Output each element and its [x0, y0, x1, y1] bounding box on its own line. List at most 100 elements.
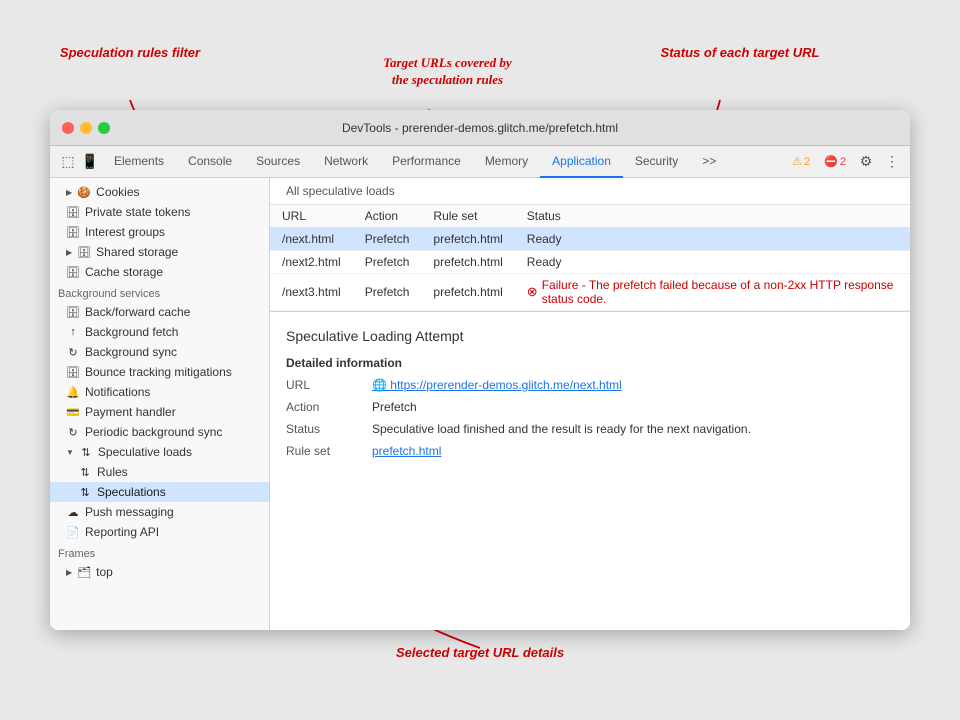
- top-label: top: [96, 565, 113, 579]
- bfcache-label: Back/forward cache: [85, 305, 190, 319]
- interest-icon: 🗄: [66, 225, 80, 239]
- annotation-target-urls-text: Target URLs covered bythe speculation ru…: [355, 55, 540, 89]
- notif-icon: 🔔: [66, 385, 80, 399]
- shared-icon: 🗄: [77, 245, 91, 259]
- window-title: DevTools - prerender-demos.glitch.me/pre…: [342, 121, 618, 135]
- tab-memory[interactable]: Memory: [473, 146, 540, 178]
- sidebar-item-bg-fetch[interactable]: ↑ Background fetch: [50, 322, 269, 342]
- bounce-label: Bounce tracking mitigations: [85, 365, 232, 379]
- speculations-icon: ⇅: [78, 485, 92, 499]
- sidebar-item-interest-groups[interactable]: 🗄 Interest groups: [50, 222, 269, 242]
- spec-header: All speculative loads: [270, 178, 910, 205]
- bounce-icon: 🗄: [66, 365, 80, 379]
- cookies-label: Cookies: [96, 185, 139, 199]
- sidebar-item-shared-storage[interactable]: ▶ 🗄 Shared storage: [50, 242, 269, 262]
- cell-action: Prefetch: [353, 251, 422, 274]
- error-badge: ⛔ 2: [820, 154, 850, 169]
- ruleset-label: Rule set: [286, 444, 356, 458]
- settings-icon[interactable]: ⚙: [856, 152, 876, 172]
- spec-expand-icon: ▼: [66, 448, 74, 457]
- sidebar-item-top[interactable]: ▶ 🗂 top: [50, 562, 269, 582]
- tab-application[interactable]: Application: [540, 146, 623, 178]
- tab-network[interactable]: Network: [312, 146, 380, 178]
- bg-sync-icon: ↻: [66, 345, 80, 359]
- col-status: Status: [515, 205, 910, 228]
- reporting-icon: 📄: [66, 525, 80, 539]
- rules-label: Rules: [97, 465, 128, 479]
- tab-sources[interactable]: Sources: [244, 146, 312, 178]
- cell-status: Ready: [515, 228, 910, 251]
- bg-sync-label: Background sync: [85, 345, 177, 359]
- speculations-label: Speculations: [97, 485, 166, 499]
- detail-row-url: URL 🌐 https://prerender-demos.glitch.me/…: [286, 378, 894, 392]
- tab-console[interactable]: Console: [176, 146, 244, 178]
- table-row[interactable]: /next.html Prefetch prefetch.html Ready: [270, 228, 910, 251]
- close-button[interactable]: [62, 122, 74, 134]
- notif-label: Notifications: [85, 385, 150, 399]
- tab-security[interactable]: Security: [623, 146, 690, 178]
- cell-action: Prefetch: [353, 228, 422, 251]
- table-row[interactable]: /next3.html Prefetch prefetch.html ⊗Fail…: [270, 274, 910, 311]
- sidebar-item-bg-sync[interactable]: ↻ Background sync: [50, 342, 269, 362]
- cache-label: Cache storage: [85, 265, 163, 279]
- warning-badge: ⚠ 2: [788, 154, 814, 169]
- sidebar-item-bfcache[interactable]: 🗄 Back/forward cache: [50, 302, 269, 322]
- sidebar-item-payment[interactable]: 💳 Payment handler: [50, 402, 269, 422]
- sidebar-item-push[interactable]: ☁ Push messaging: [50, 502, 269, 522]
- detail-row-status: Status Speculative load finished and the…: [286, 422, 894, 436]
- annotation-speculation-filter: Speculation rules filter: [50, 45, 210, 60]
- sidebar-item-private-state[interactable]: 🗄 Private state tokens: [50, 202, 269, 222]
- sidebar-item-rules[interactable]: ⇅ Rules: [50, 462, 269, 482]
- ruleset-value[interactable]: prefetch.html: [372, 444, 441, 458]
- periodic-label: Periodic background sync: [85, 425, 222, 439]
- top-icon: 🗂: [77, 565, 91, 579]
- annotation-status: Status of each target URL: [640, 45, 840, 60]
- annotation-selected-details: Selected target URL details: [370, 645, 590, 660]
- sidebar-item-speculations[interactable]: ⇅ Speculations: [50, 482, 269, 502]
- table-row[interactable]: /next2.html Prefetch prefetch.html Ready: [270, 251, 910, 274]
- more-icon[interactable]: ⋮: [882, 152, 902, 172]
- cell-url: /next2.html: [270, 251, 353, 274]
- private-state-icon: 🗄: [66, 205, 80, 219]
- devtools-body: ▶ 🍪 Cookies 🗄 Private state tokens 🗄 Int…: [50, 178, 910, 630]
- status-label: Status: [286, 422, 356, 436]
- cache-icon: 🗄: [66, 265, 80, 279]
- sidebar-item-bounce[interactable]: 🗄 Bounce tracking mitigations: [50, 362, 269, 382]
- detail-panel: Speculative Loading Attempt Detailed inf…: [270, 311, 910, 630]
- cell-status: ⊗Failure - The prefetch failed because o…: [515, 274, 910, 311]
- maximize-button[interactable]: [98, 122, 110, 134]
- sidebar-item-reporting[interactable]: 📄 Reporting API: [50, 522, 269, 542]
- cookies-icon: 🍪: [77, 185, 91, 199]
- sidebar-item-cache-storage[interactable]: 🗄 Cache storage: [50, 262, 269, 282]
- col-url: URL: [270, 205, 353, 228]
- speculative-table: URL Action Rule set Status /next.html Pr…: [270, 205, 910, 311]
- sidebar-item-cookies[interactable]: ▶ 🍪 Cookies: [50, 182, 269, 202]
- traffic-lights: [62, 122, 110, 134]
- url-label: URL: [286, 378, 356, 392]
- minimize-button[interactable]: [80, 122, 92, 134]
- cell-ruleset: prefetch.html: [421, 228, 514, 251]
- tab-performance[interactable]: Performance: [380, 146, 473, 178]
- sidebar: ▶ 🍪 Cookies 🗄 Private state tokens 🗄 Int…: [50, 178, 270, 630]
- payment-label: Payment handler: [85, 405, 176, 419]
- url-value[interactable]: 🌐 https://prerender-demos.glitch.me/next…: [372, 378, 622, 392]
- cell-ruleset: prefetch.html: [421, 251, 514, 274]
- reporting-label: Reporting API: [85, 525, 159, 539]
- detail-row-action: Action Prefetch: [286, 400, 894, 414]
- top-expand-icon: ▶: [66, 568, 72, 577]
- cell-url: /next3.html: [270, 274, 353, 311]
- tab-elements[interactable]: Elements: [102, 146, 176, 178]
- tab-more[interactable]: >>: [690, 146, 728, 178]
- sidebar-item-notifications[interactable]: 🔔 Notifications: [50, 382, 269, 402]
- sidebar-item-periodic-sync[interactable]: ↻ Periodic background sync: [50, 422, 269, 442]
- payment-icon: 💳: [66, 405, 80, 419]
- device-icon[interactable]: 📱: [80, 152, 100, 172]
- bfcache-icon: 🗄: [66, 305, 80, 319]
- col-ruleset: Rule set: [421, 205, 514, 228]
- sidebar-item-speculative-loads[interactable]: ▼ ⇅ Speculative loads: [50, 442, 269, 462]
- push-icon: ☁: [66, 505, 80, 519]
- detail-title: Speculative Loading Attempt: [286, 328, 894, 344]
- browser-window: DevTools - prerender-demos.glitch.me/pre…: [50, 110, 910, 630]
- inspect-icon[interactable]: ⬚: [58, 152, 78, 172]
- interest-label: Interest groups: [85, 225, 165, 239]
